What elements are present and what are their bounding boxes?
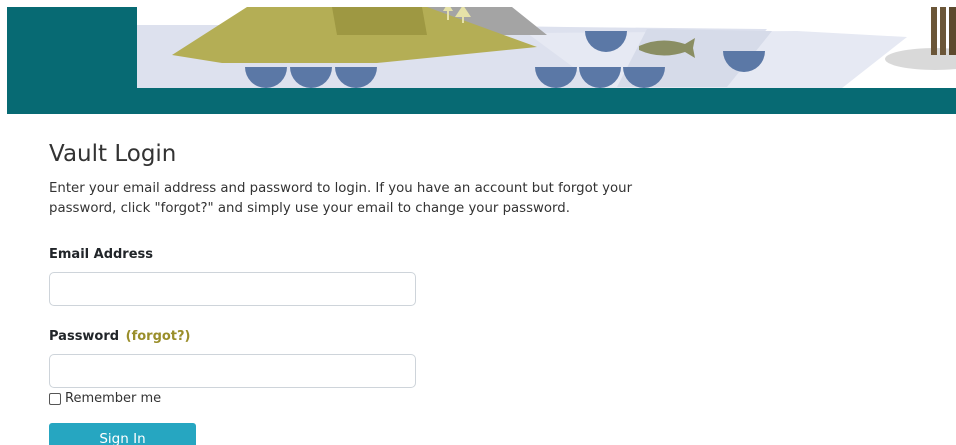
remember-me-label: Remember me xyxy=(65,391,162,406)
hill-dark xyxy=(332,7,427,35)
page-title: Vault Login xyxy=(49,141,177,167)
sign-in-button[interactable]: Sign In xyxy=(49,423,196,445)
remember-me-row: Remember me xyxy=(49,389,749,409)
header-banner xyxy=(7,7,956,114)
tree-trunk xyxy=(447,11,449,20)
login-page: Vault Login Enter your email address and… xyxy=(0,0,956,445)
password-label: Password xyxy=(49,329,120,344)
password-label-row: Password (forgot?) xyxy=(49,328,749,346)
post xyxy=(940,7,946,55)
post xyxy=(949,7,956,55)
remember-me-checkbox[interactable] xyxy=(49,393,61,405)
email-input[interactable] xyxy=(49,272,416,306)
password-input[interactable] xyxy=(49,354,416,388)
banner-teal-strip xyxy=(7,88,956,114)
post xyxy=(931,7,937,55)
forgot-password-link[interactable]: (forgot?) xyxy=(124,329,193,344)
landscape-illustration-icon xyxy=(7,7,956,114)
intro-text: Enter your email address and password to… xyxy=(49,181,633,216)
tree-trunk xyxy=(462,15,464,23)
login-section: Vault Login Enter your email address and… xyxy=(49,138,749,445)
email-label: Email Address xyxy=(49,247,154,262)
